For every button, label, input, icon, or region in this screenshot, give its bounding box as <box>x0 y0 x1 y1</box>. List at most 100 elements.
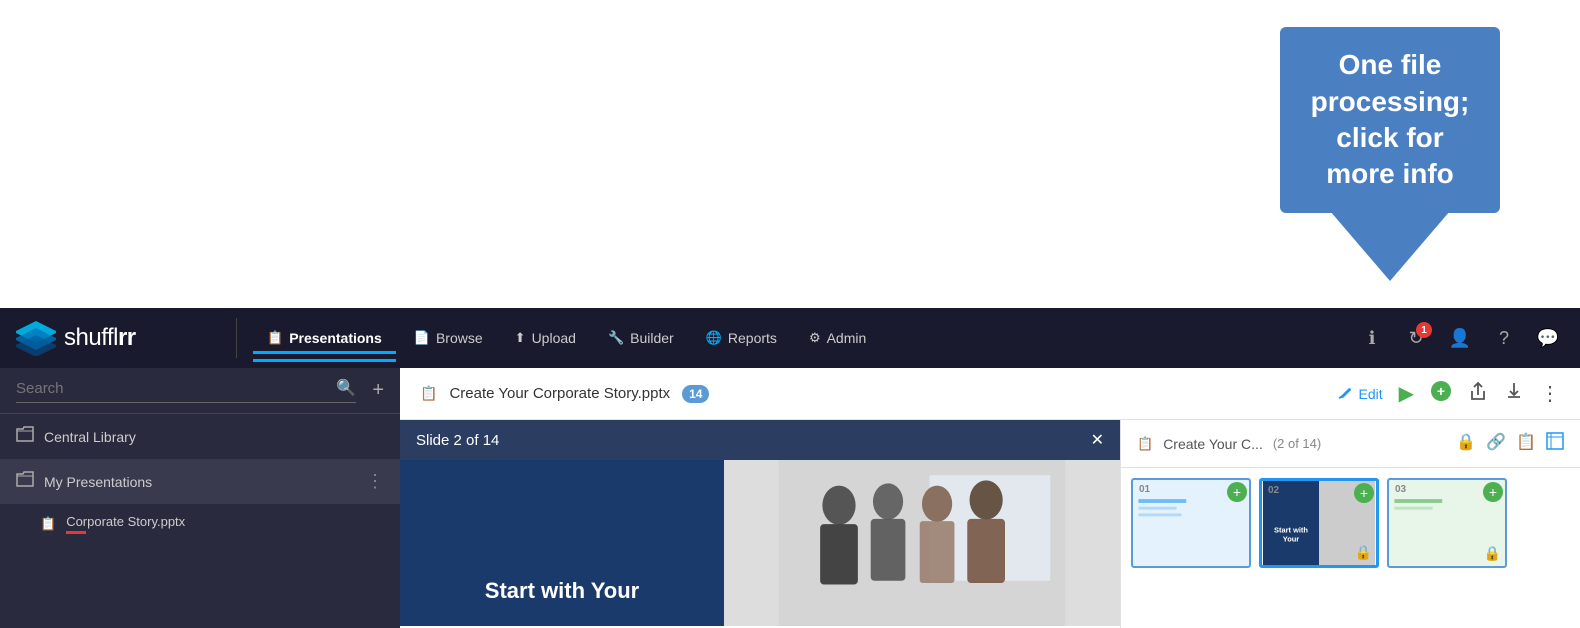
slide-area: Slide 2 of 14 ✕ Start with Your <box>400 420 1580 628</box>
search-input-wrapper: 🔍 <box>16 378 356 403</box>
people-illustration <box>724 460 1120 626</box>
file-info: Corporate Story.pptx <box>66 514 185 534</box>
thumb-slide-num-2: 02 <box>1268 485 1279 496</box>
thumb-slide-num-1: 01 <box>1139 484 1150 495</box>
more-options-button[interactable]: ⋮ <box>1540 381 1560 406</box>
svg-text:+: + <box>1437 383 1445 399</box>
thumb-file-icon: 📋 <box>1137 436 1153 452</box>
navbar: shufflrr 📋 Presentations 📄 Browse ⬆ Uplo… <box>0 308 1580 368</box>
thumb-link-icon[interactable]: 🔗 <box>1486 432 1506 455</box>
slide-title-bar: Slide 2 of 14 ✕ <box>400 420 1120 460</box>
thumb-slides: 01 + 02 + <box>1121 468 1580 578</box>
file-name: Corporate Story.pptx <box>66 514 185 529</box>
tooltip-arrow <box>1330 211 1450 281</box>
central-library-label: Central Library <box>44 429 384 445</box>
nav-items: 📋 Presentations 📄 Browse ⬆ Upload 🔧 Buil… <box>253 322 1356 354</box>
tooltip-area: One file processing; click for more info <box>0 0 1580 308</box>
sidebar-item-my-presentations[interactable]: My Presentations ⋮ <box>0 459 400 504</box>
share-icon <box>1468 381 1488 401</box>
slide-count-badge: 14 <box>682 385 709 403</box>
main-content: 🔍 + Central Library <box>0 368 1580 628</box>
nav-info-icon[interactable]: ℹ <box>1356 322 1388 354</box>
share-button[interactable] <box>1468 381 1488 406</box>
search-input[interactable] <box>16 380 336 397</box>
add-slide-button[interactable]: + <box>1430 380 1452 407</box>
thumb-copy-icon[interactable]: 📋 <box>1516 432 1536 455</box>
builder-icon: 🔧 <box>608 330 624 346</box>
logo-icon <box>16 321 56 356</box>
thumb-panel: 📋 Create Your C... (2 of 14) 🔒 🔗 📋 <box>1120 420 1580 628</box>
slide-title: Slide 2 of 14 <box>416 432 499 449</box>
thumb-count: (2 of 14) <box>1273 436 1321 451</box>
tooltip-box[interactable]: One file processing; click for more info <box>1280 27 1500 213</box>
slide-content: Start with Your <box>400 460 1120 626</box>
my-presentations-label: My Presentations <box>44 474 356 490</box>
nav-item-browse[interactable]: 📄 Browse <box>400 322 497 354</box>
add-circle-icon: + <box>1430 380 1452 402</box>
thumb-slide-3[interactable]: 03 + 🔒 <box>1387 478 1507 568</box>
file-header-actions: Edit ▶ + <box>1338 380 1560 407</box>
upload-icon: ⬆ <box>515 330 526 346</box>
central-library-folder-icon <box>16 426 34 447</box>
download-button[interactable] <box>1504 381 1524 406</box>
presentations-icon: 📋 <box>267 330 283 346</box>
thumb-lock-3: 🔒 <box>1484 545 1501 562</box>
file-header: 📋 Create Your Corporate Story.pptx 14 Ed… <box>400 368 1580 420</box>
file-indicator <box>66 531 86 534</box>
nav-refresh-icon[interactable]: ↻ 1 <box>1400 322 1432 354</box>
thumb-actions: 🔒 🔗 📋 <box>1456 432 1564 455</box>
edit-button[interactable]: Edit <box>1338 386 1382 402</box>
search-icon[interactable]: 🔍 <box>336 378 356 398</box>
nav-item-builder[interactable]: 🔧 Builder <box>594 322 688 354</box>
thumb-header: 📋 Create Your C... (2 of 14) 🔒 🔗 📋 <box>1121 420 1580 468</box>
logo-text: shufflrr <box>64 324 136 352</box>
svg-text:Start with: Start with <box>1274 525 1308 534</box>
slide-close-button[interactable]: ✕ <box>1091 430 1104 450</box>
thumb-lock-icon[interactable]: 🔒 <box>1456 432 1476 455</box>
slide-left-panel: Start with Your <box>400 460 724 626</box>
thumb-title: Create Your C... <box>1163 436 1263 452</box>
nav-divider <box>236 318 237 358</box>
my-presentations-more-icon[interactable]: ⋮ <box>366 471 384 492</box>
slide-text: Start with Your <box>485 577 639 606</box>
download-icon <box>1504 381 1524 401</box>
nav-item-presentations-wrapper: 📋 Presentations <box>253 322 396 354</box>
play-button[interactable]: ▶ <box>1399 381 1414 406</box>
expand-icon <box>1546 432 1564 450</box>
nav-user-icon[interactable]: 👤 <box>1444 322 1476 354</box>
nav-item-admin[interactable]: ⚙ Admin <box>795 322 880 354</box>
nav-right: ℹ ↻ 1 👤 ? 💬 <box>1356 322 1564 354</box>
nav-item-reports[interactable]: 🌐 Reports <box>692 322 791 354</box>
nav-chat-icon[interactable]: 💬 <box>1532 322 1564 354</box>
sidebar-item-central-library[interactable]: Central Library <box>0 414 400 459</box>
logo: shufflrr <box>16 321 216 356</box>
add-button[interactable]: + <box>372 379 384 402</box>
right-panel: 📋 Create Your Corporate Story.pptx 14 Ed… <box>400 368 1580 628</box>
file-header-pptx-icon: 📋 <box>420 385 437 402</box>
thumb-expand-icon[interactable] <box>1546 432 1564 455</box>
edit-icon <box>1338 387 1352 401</box>
thumb-add-1[interactable]: + <box>1227 482 1247 502</box>
tooltip-container[interactable]: One file processing; click for more info <box>1280 27 1500 281</box>
nav-item-presentations[interactable]: 📋 Presentations <box>253 322 396 354</box>
sidebar-file-corporate-story[interactable]: 📋 Corporate Story.pptx <box>0 504 400 544</box>
thumb-lock-2: 🔒 <box>1355 544 1372 561</box>
reports-icon: 🌐 <box>706 330 722 346</box>
thumb-slide-1[interactable]: 01 + <box>1131 478 1251 568</box>
admin-icon: ⚙ <box>809 330 821 346</box>
browse-icon: 📄 <box>414 330 430 346</box>
search-bar: 🔍 + <box>0 368 400 414</box>
file-header-title: Create Your Corporate Story.pptx <box>449 385 670 402</box>
sidebar: 🔍 + Central Library <box>0 368 400 628</box>
app-container: shufflrr 📋 Presentations 📄 Browse ⬆ Uplo… <box>0 308 1580 628</box>
slide-right-panel <box>724 460 1120 626</box>
my-presentations-folder-icon <box>16 471 34 492</box>
svg-text:Your: Your <box>1283 535 1300 544</box>
nav-help-icon[interactable]: ? <box>1488 322 1520 354</box>
thumb-add-2[interactable]: + <box>1354 483 1374 503</box>
nav-item-upload[interactable]: ⬆ Upload <box>501 322 590 354</box>
thumb-slide-2[interactable]: 02 + 🔒 Start with Your <box>1259 478 1379 568</box>
slide-viewer: Slide 2 of 14 ✕ Start with Your <box>400 420 1120 628</box>
file-pptx-icon: 📋 <box>40 516 56 532</box>
thumb-add-3[interactable]: + <box>1483 482 1503 502</box>
